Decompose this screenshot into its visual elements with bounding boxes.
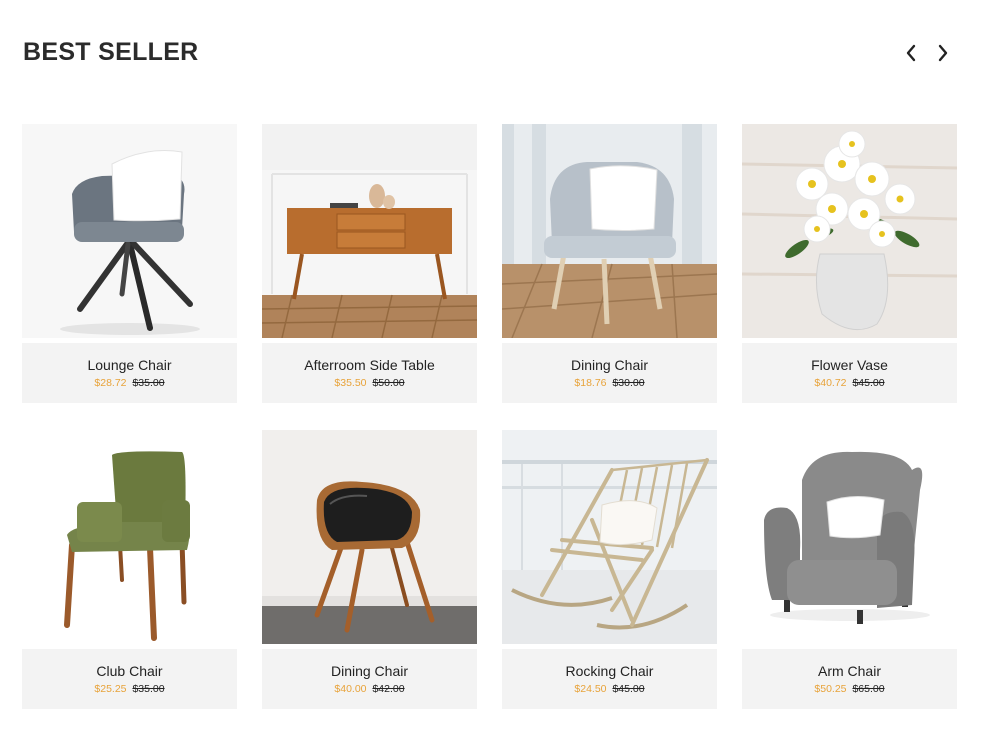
sale-price: $24.50: [574, 683, 607, 695]
product-image[interactable]: [22, 124, 237, 338]
product-card[interactable]: Flower Vase $40.72 $45.00: [742, 124, 957, 403]
product-card[interactable]: Dining Chair $18.76 $30.00: [502, 124, 717, 403]
old-price: $50.00: [372, 377, 405, 389]
sale-price: $35.50: [334, 377, 367, 389]
old-price: $45.00: [852, 377, 885, 389]
old-price: $30.00: [612, 377, 645, 389]
product-card[interactable]: Club Chair $25.25 $35.00: [22, 430, 237, 709]
product-image[interactable]: [262, 124, 477, 338]
old-price: $65.00: [852, 683, 885, 695]
product-card[interactable]: Lounge Chair $28.72 $35.00: [22, 124, 237, 403]
old-price: $45.00: [612, 683, 645, 695]
sale-price: $40.00: [334, 683, 367, 695]
product-name[interactable]: Club Chair: [96, 663, 162, 679]
product-image[interactable]: [742, 430, 957, 644]
product-image[interactable]: [262, 430, 477, 644]
sale-price: $28.72: [94, 377, 127, 389]
sale-price: $50.25: [814, 683, 847, 695]
product-name[interactable]: Afterroom Side Table: [304, 357, 434, 373]
sale-price: $18.76: [574, 377, 607, 389]
product-image[interactable]: [742, 124, 957, 338]
product-card[interactable]: Arm Chair $50.25 $65.00: [742, 430, 957, 709]
chevron-right-icon: [938, 44, 948, 62]
old-price: $35.00: [132, 377, 165, 389]
section-title: BEST SELLER: [23, 38, 199, 66]
prev-button[interactable]: [900, 40, 922, 66]
carousel-nav: [900, 40, 954, 66]
chevron-left-icon: [906, 44, 916, 62]
product-card[interactable]: Rocking Chair $24.50 $45.00: [502, 430, 717, 709]
next-button[interactable]: [932, 40, 954, 66]
product-card[interactable]: Afterroom Side Table $35.50 $50.00: [262, 124, 477, 403]
product-name[interactable]: Dining Chair: [331, 663, 408, 679]
old-price: $42.00: [372, 683, 405, 695]
sale-price: $40.72: [814, 377, 847, 389]
product-name[interactable]: Dining Chair: [571, 357, 648, 373]
product-name[interactable]: Arm Chair: [818, 663, 881, 679]
product-name[interactable]: Rocking Chair: [566, 663, 654, 679]
product-image[interactable]: [502, 430, 717, 644]
old-price: $35.00: [132, 683, 165, 695]
product-image[interactable]: [502, 124, 717, 338]
product-grid: Lounge Chair $28.72 $35.00 Afterroom Sid…: [22, 124, 957, 709]
product-name[interactable]: Flower Vase: [811, 357, 888, 373]
product-name[interactable]: Lounge Chair: [87, 357, 171, 373]
product-image[interactable]: [22, 430, 237, 644]
sale-price: $25.25: [94, 683, 127, 695]
product-card[interactable]: Dining Chair $40.00 $42.00: [262, 430, 477, 709]
